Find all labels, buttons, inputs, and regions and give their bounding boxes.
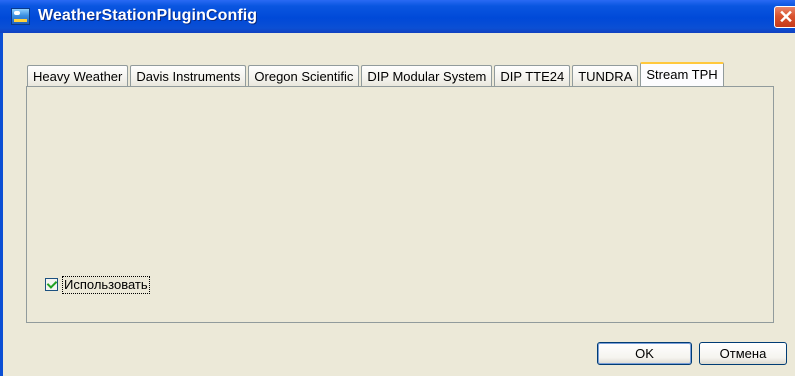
weather-station-app-icon xyxy=(11,8,30,25)
tab-heavy-weather[interactable]: Heavy Weather xyxy=(27,65,129,86)
tab-stream-tph[interactable]: Stream TPH xyxy=(640,62,724,86)
title-bar[interactable]: WeatherStationPluginConfig ✕ xyxy=(0,0,795,33)
close-icon: ✕ xyxy=(778,7,794,27)
close-button[interactable]: ✕ xyxy=(774,6,795,28)
tab-oregon-scientific[interactable]: Oregon Scientific xyxy=(248,65,360,86)
tab-davis-instruments[interactable]: Davis Instruments xyxy=(130,65,247,86)
tab-tundra[interactable]: TUNDRA xyxy=(572,65,639,86)
ok-button[interactable]: OK xyxy=(597,342,692,365)
use-checkbox[interactable] xyxy=(45,278,58,291)
window-title: WeatherStationPluginConfig xyxy=(38,7,258,24)
tab-strip: Heavy Weather Davis Instruments Oregon Sci… xyxy=(27,62,726,86)
tab-dip-tte24[interactable]: DIP TTE24 xyxy=(494,65,571,86)
tab-dip-modular-system[interactable]: DIP Modular System xyxy=(361,65,493,86)
use-checkbox-label[interactable]: Использовать xyxy=(62,276,150,294)
cancel-button[interactable]: Отмена xyxy=(699,342,787,365)
